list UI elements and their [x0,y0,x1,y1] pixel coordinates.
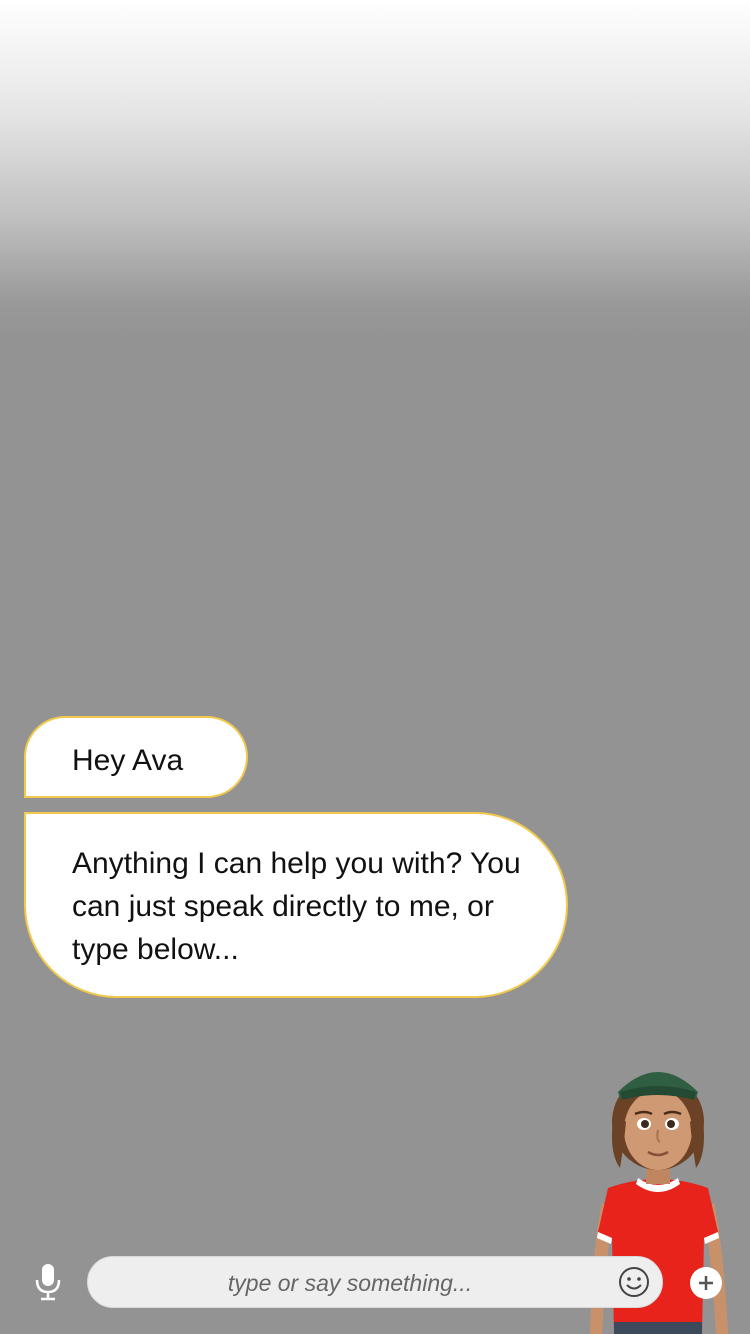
message-input[interactable] [108,1257,592,1309]
microphone-button[interactable] [26,1258,70,1306]
plus-icon [699,1276,713,1290]
assistant-message-bubble: Anything I can help you with? You can ju… [24,812,568,998]
smiley-face-icon [619,1267,649,1297]
microphone-icon [35,1264,61,1301]
user-message-bubble: Hey Ava [24,716,248,798]
add-button[interactable] [690,1267,722,1299]
message-input-bar [87,1256,663,1309]
user-message-text: Hey Ava [72,744,184,777]
emoji-button[interactable] [616,1264,652,1300]
assistant-message-text: Anything I can help you with? You can ju… [72,847,521,966]
